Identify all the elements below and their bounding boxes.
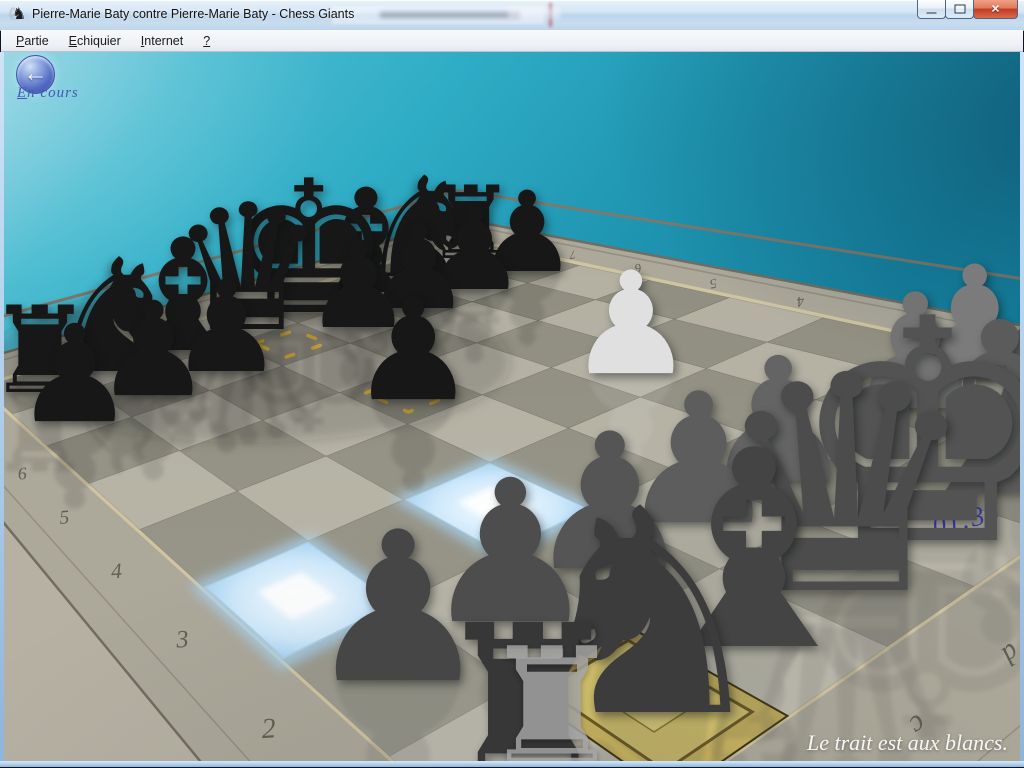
window-border-left	[0, 52, 4, 768]
menu-internet[interactable]: Internet	[132, 32, 192, 50]
minimize-icon: —	[927, 7, 937, 18]
menu-help[interactable]: ?	[194, 32, 219, 50]
rook-cursor-icon: ♜	[480, 627, 623, 761]
game-state-link[interactable]: En cours	[17, 85, 79, 102]
maximize-button[interactable]	[945, 0, 974, 19]
chess-knights-icon: ♘ ♞	[7, 5, 27, 25]
menu-echiquier[interactable]: Echiquier	[60, 32, 130, 50]
glass-artifact	[508, 7, 560, 19]
window-title: Pierre-Marie Baty contre Pierre-Marie Ba…	[32, 7, 354, 21]
application-window: ♘ ♞ Pierre-Marie Baty contre Pierre-Mari…	[0, 0, 1024, 768]
back-arrow-icon: ←	[24, 59, 48, 87]
piece-black-pawn-d5[interactable]: ♟	[350, 281, 476, 422]
menu-partie[interactable]: Partie	[7, 32, 58, 50]
rank-label-left-2: 2	[260, 713, 276, 745]
close-button[interactable]: ✕	[973, 0, 1018, 19]
rank-label-left-3: 3	[174, 626, 189, 654]
close-icon: ✕	[991, 3, 1000, 16]
piece-black-pawn-a7[interactable]: ♟	[14, 308, 135, 443]
turn-status: Le trait est aux blancs.	[807, 730, 1008, 756]
title-bar[interactable]: ♘ ♞ Pierre-Marie Baty contre Pierre-Mari…	[0, 0, 1024, 31]
rank-label-left-4: 4	[110, 559, 123, 584]
board-3d-view[interactable]: 1122334455667788abcdefgh ♜♜♞♞♝♝♛♛♚♚♝♝♞♞♜…	[4, 52, 1020, 761]
glass-highlight	[0, 0, 1024, 1]
window-border-right	[1020, 52, 1024, 768]
minimize-button[interactable]: —	[917, 0, 946, 19]
menu-bar: Partie Echiquier Internet ?	[1, 30, 1023, 52]
maximize-icon	[954, 5, 965, 14]
window-border-bottom	[0, 761, 1024, 768]
